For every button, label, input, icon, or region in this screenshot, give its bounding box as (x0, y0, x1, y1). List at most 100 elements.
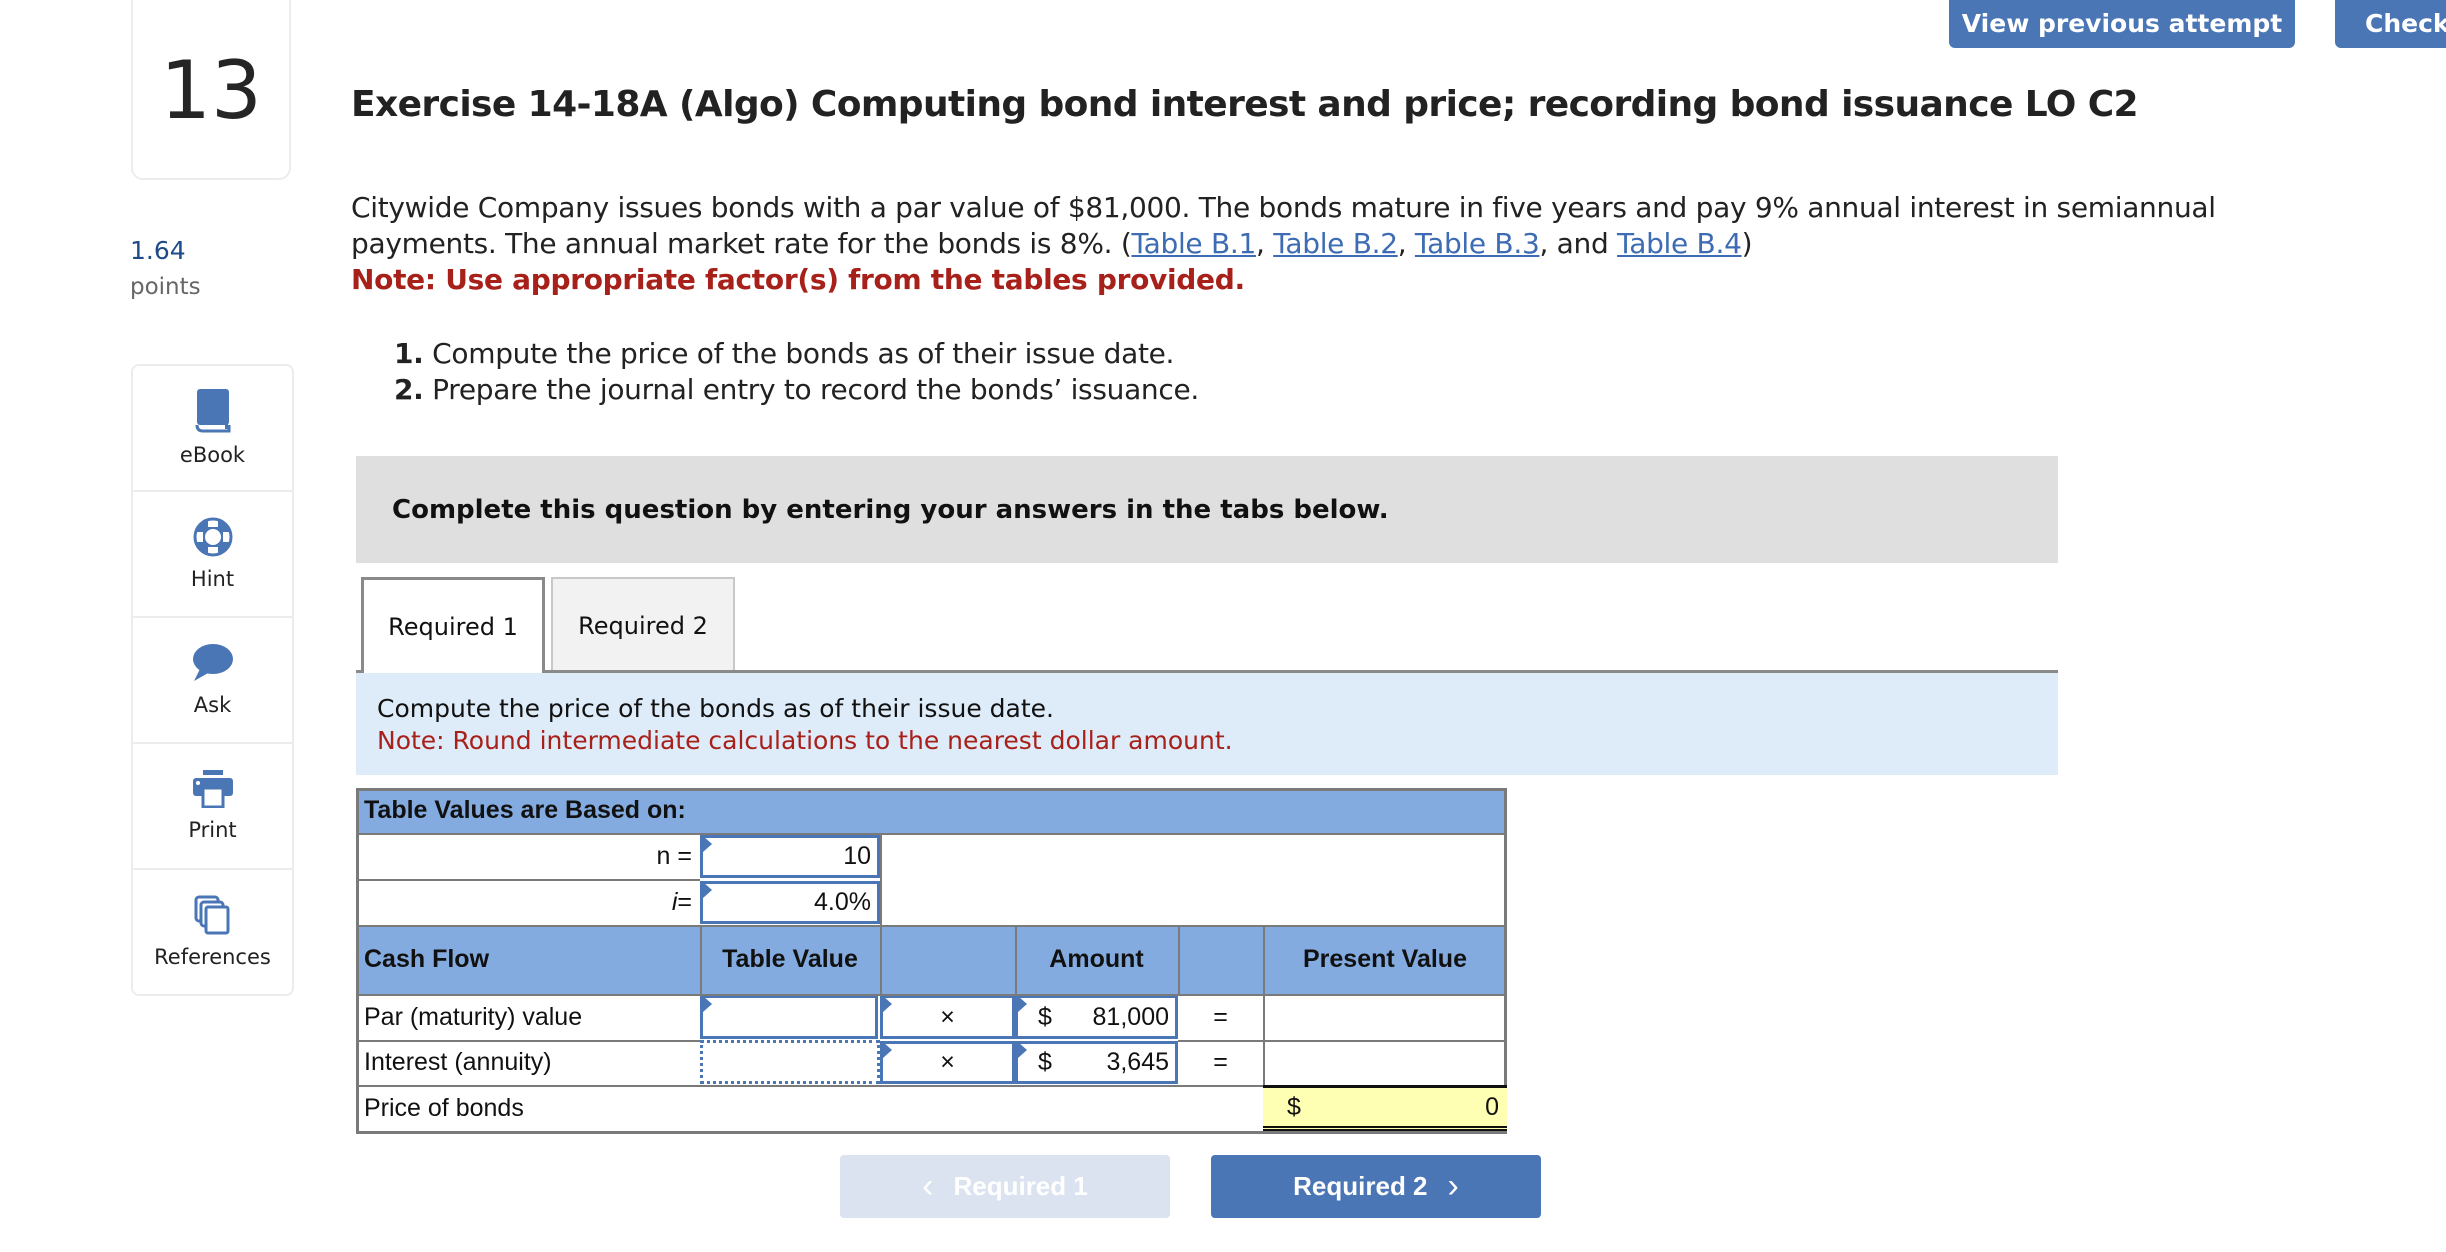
link-separator: , (1397, 227, 1415, 260)
table-border (356, 788, 1507, 791)
tab-required-1[interactable]: Required 1 (361, 577, 545, 673)
chevron-left-icon: ‹ (922, 1167, 934, 1205)
rounding-note: Note: Round intermediate calculations to… (377, 726, 1233, 755)
view-previous-attempt-button[interactable]: View previous attempt (1949, 0, 2295, 48)
par-currency: $ (1038, 1002, 1052, 1031)
table-value-header: Table Value (700, 925, 880, 994)
table-basis-header: Table Values are Based on: (356, 788, 1507, 833)
question-number-box: 13 (131, 0, 291, 180)
intro-close-paren: ) (1741, 227, 1753, 260)
n-value: 10 (843, 842, 871, 870)
instructions-banner: Complete this question by entering your … (356, 456, 2058, 563)
i-value: 4.0% (814, 888, 871, 916)
sidebar-item-label: eBook (179, 443, 246, 467)
i-input[interactable]: 4.0% (700, 881, 880, 924)
par-equals: = (1213, 1002, 1228, 1031)
sidebar-item-label: References (154, 945, 271, 969)
interest-table-value-input[interactable] (700, 1040, 880, 1084)
price-of-bonds-label: Price of bonds (364, 1093, 524, 1122)
prev-label: Required 1 (953, 1171, 1088, 1201)
present-value-header: Present Value (1263, 925, 1507, 994)
link-table-b4[interactable]: Table B.4 (1617, 227, 1742, 260)
factor-note: Note: Use appropriate factor(s) from the… (351, 263, 1245, 296)
sidebar-item-references[interactable]: References (133, 870, 292, 994)
i-equals: = (677, 887, 692, 916)
input-flag-icon (883, 1042, 892, 1058)
chevron-right-icon: › (1447, 1167, 1459, 1205)
tab-required-2[interactable]: Required 2 (551, 577, 735, 673)
table-rule (880, 833, 882, 925)
requirement-text: Compute the price of the bonds as of the… (423, 337, 1175, 370)
book-icon (195, 389, 231, 433)
previous-required-button[interactable]: ‹ Required 1 (840, 1155, 1170, 1218)
interest-label: Interest (annuity) (364, 1048, 552, 1076)
input-flag-icon (1018, 996, 1027, 1012)
sidebar-item-hint[interactable]: Hint (133, 492, 292, 618)
sidebar-item-ask[interactable]: Ask (133, 618, 292, 744)
printer-icon (192, 770, 233, 808)
cash-flow-header: Cash Flow (356, 925, 700, 994)
table-rule (356, 994, 1507, 996)
n-label: n = (656, 841, 692, 870)
tools-sidebar: eBook Hint Ask Print References (131, 364, 294, 996)
table-rule (356, 1040, 700, 1042)
par-value-label: Par (maturity) value (364, 1002, 583, 1031)
input-flag-icon (1018, 1042, 1027, 1058)
requirement-item: 2. Prepare the journal entry to record t… (394, 372, 1199, 408)
sidebar-item-label: Hint (190, 567, 235, 591)
sidebar-item-ebook[interactable]: eBook (133, 366, 292, 492)
question-number: 13 (160, 43, 262, 137)
speech-bubble-icon (192, 643, 234, 683)
input-flag-icon (703, 836, 712, 852)
interest-amount-input[interactable]: $ 3,645 (1015, 1041, 1178, 1084)
points-label: points (130, 274, 201, 300)
total-currency: $ (1287, 1092, 1301, 1121)
amount-header: Amount (1015, 925, 1178, 994)
lifebuoy-icon (193, 517, 233, 557)
link-table-b2[interactable]: Table B.2 (1273, 227, 1398, 260)
input-flag-icon (703, 882, 712, 898)
sidebar-item-label: Ask (193, 693, 232, 717)
requirements-list: 1. Compute the price of the bonds as of … (394, 336, 1199, 408)
sidebar-item-print[interactable]: Print (133, 744, 292, 870)
sidebar-item-label: Print (188, 818, 237, 842)
link-table-b1[interactable]: Table B.1 (1131, 227, 1256, 260)
interest-present-value (1263, 1040, 1507, 1085)
requirement-item: 1. Compute the price of the bonds as of … (394, 336, 1199, 372)
operator-header (880, 925, 1015, 994)
n-input[interactable]: 10 (700, 835, 880, 878)
interest-currency: $ (1038, 1048, 1052, 1076)
table-rule (880, 925, 882, 995)
table-rule (1263, 925, 1265, 1085)
table-border (356, 788, 359, 1134)
interest-operator-select[interactable]: × (880, 1041, 1015, 1084)
interest-operator: × (940, 1048, 955, 1076)
par-operator-select[interactable]: × (880, 995, 1015, 1039)
link-separator: , (1255, 227, 1274, 260)
link-separator: , and (1539, 227, 1618, 260)
table-rule (356, 879, 700, 881)
requirement-text: Prepare the journal entry to record the … (423, 373, 1199, 406)
table-rule (1015, 925, 1017, 995)
table-border (356, 1131, 1507, 1134)
par-operator: × (940, 1002, 955, 1031)
price-of-bonds-total: $ 0 (1263, 1085, 1507, 1131)
total-value: 0 (1485, 1092, 1499, 1121)
documents-icon (194, 895, 232, 935)
tab-instruction-box: Compute the price of the bonds as of the… (356, 673, 2058, 775)
par-present-value (1263, 994, 1507, 1040)
present-value-table: Table Values are Based on: n = 10 i = 4.… (356, 788, 1507, 1134)
par-table-value-input[interactable] (700, 995, 878, 1039)
table-rule (1178, 925, 1180, 995)
i-label: i = (356, 879, 700, 925)
link-table-b3[interactable]: Table B.3 (1415, 227, 1540, 260)
next-label: Required 2 (1293, 1171, 1428, 1201)
table-rule (356, 833, 1507, 835)
table-rule (700, 925, 702, 995)
input-flag-icon (703, 996, 712, 1012)
table-rule (1178, 1040, 1507, 1042)
next-required-button[interactable]: Required 2 › (1211, 1155, 1541, 1218)
check-button[interactable]: Check (2335, 0, 2446, 48)
par-amount-input[interactable]: $ 81,000 (1015, 995, 1178, 1039)
question-intro: Citywide Company issues bonds with a par… (351, 190, 2251, 298)
